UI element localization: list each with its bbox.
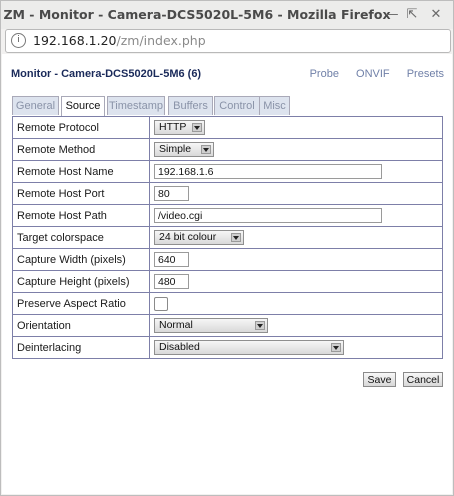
remote-host-name-label: Remote Host Name: [12, 160, 150, 183]
orientation-cell: Normal: [149, 314, 443, 337]
browser-window: ZM - Monitor - Camera-DCS5020L-5M6 - Moz…: [0, 0, 454, 496]
deinterlacing-label: Deinterlacing: [12, 336, 150, 359]
remote-host-path-cell: /video.cgi: [149, 204, 443, 227]
page-title: Monitor - Camera-DCS5020L-5M6 (6): [11, 68, 202, 80]
remote-protocol-value: HTTP: [159, 121, 187, 133]
tab-control[interactable]: Control: [214, 96, 260, 115]
remote-method-value: Simple: [159, 143, 192, 155]
capture-width-label: Capture Width (pixels): [12, 248, 150, 271]
tab-misc[interactable]: Misc: [259, 96, 290, 115]
table-row: Preserve Aspect Ratio: [12, 292, 443, 315]
maximize-icon[interactable]: ⇱: [401, 5, 423, 25]
table-row: Remote Host Port 80: [12, 182, 443, 205]
table-row: Orientation Normal: [12, 314, 443, 337]
target-colorspace-label: Target colorspace: [12, 226, 150, 249]
table-row: Remote Protocol HTTP: [12, 116, 443, 139]
remote-host-path-input[interactable]: /video.cgi: [154, 208, 382, 223]
tab-source[interactable]: Source: [61, 96, 105, 116]
deinterlacing-value: Disabled: [159, 341, 200, 353]
table-row: Remote Host Path /video.cgi: [12, 204, 443, 227]
orientation-label: Orientation: [12, 314, 150, 337]
target-colorspace-value: 24 bit colour: [159, 231, 217, 243]
orientation-select[interactable]: Normal: [154, 318, 268, 333]
info-icon[interactable]: i: [11, 33, 26, 48]
probe-link[interactable]: Probe: [310, 68, 339, 80]
target-colorspace-select[interactable]: 24 bit colour: [154, 230, 244, 245]
chevron-down-icon: [201, 145, 211, 154]
onvif-link[interactable]: ONVIF: [356, 68, 390, 80]
remote-protocol-select[interactable]: HTTP: [154, 120, 205, 135]
chevron-down-icon: [331, 343, 341, 352]
url-text[interactable]: 192.168.1.20/zm/index.php: [33, 33, 206, 48]
header-links: Probe ONVIF Presets: [296, 68, 444, 80]
table-row: Capture Width (pixels) 640: [12, 248, 443, 271]
tab-buffers[interactable]: Buffers: [168, 96, 213, 115]
remote-method-cell: Simple: [149, 138, 443, 161]
capture-width-cell: 640: [149, 248, 443, 271]
tab-general[interactable]: General: [12, 96, 59, 115]
capture-height-cell: 480: [149, 270, 443, 293]
deinterlacing-select[interactable]: Disabled: [154, 340, 344, 355]
orientation-value: Normal: [159, 319, 193, 331]
table-row: Remote Method Simple: [12, 138, 443, 161]
capture-width-input[interactable]: 640: [154, 252, 189, 267]
remote-host-path-label: Remote Host Path: [12, 204, 150, 227]
page-content: Monitor - Camera-DCS5020L-5M6 (6) Probe …: [2, 54, 452, 494]
remote-protocol-label: Remote Protocol: [12, 116, 150, 139]
save-button[interactable]: Save: [363, 372, 396, 387]
presets-link[interactable]: Presets: [407, 68, 444, 80]
table-row: Remote Host Name 192.168.1.6: [12, 160, 443, 183]
url-host: 192.168.1.20: [33, 33, 117, 48]
remote-method-label: Remote Method: [12, 138, 150, 161]
remote-protocol-cell: HTTP: [149, 116, 443, 139]
table-row: Deinterlacing Disabled: [12, 336, 443, 359]
minimize-icon[interactable]: —: [381, 5, 403, 25]
preserve-aspect-cell: [149, 292, 443, 315]
remote-host-port-cell: 80: [149, 182, 443, 205]
capture-height-label: Capture Height (pixels): [12, 270, 150, 293]
remote-host-name-cell: 192.168.1.6: [149, 160, 443, 183]
remote-host-port-label: Remote Host Port: [12, 182, 150, 205]
chevron-down-icon: [255, 321, 265, 330]
tab-timestamp[interactable]: Timestamp: [107, 96, 165, 115]
deinterlacing-cell: Disabled: [149, 336, 443, 359]
remote-host-port-input[interactable]: 80: [154, 186, 189, 201]
target-colorspace-cell: 24 bit colour: [149, 226, 443, 249]
url-bar[interactable]: i 192.168.1.20/zm/index.php: [5, 29, 451, 53]
chevron-down-icon: [192, 123, 202, 132]
cancel-button[interactable]: Cancel: [403, 372, 443, 387]
capture-height-input[interactable]: 480: [154, 274, 189, 289]
remote-host-name-input[interactable]: 192.168.1.6: [154, 164, 382, 179]
table-row: Capture Height (pixels) 480: [12, 270, 443, 293]
window-title: ZM - Monitor - Camera-DCS5020L-5M6 - Moz…: [3, 7, 391, 22]
close-icon[interactable]: ✕: [425, 5, 447, 25]
chevron-down-icon: [231, 233, 241, 242]
table-row: Target colorspace 24 bit colour: [12, 226, 443, 249]
source-settings-table: Remote Protocol HTTP Remote Method Simpl…: [12, 116, 443, 359]
preserve-aspect-checkbox[interactable]: [154, 296, 168, 311]
title-bar: ZM - Monitor - Camera-DCS5020L-5M6 - Moz…: [1, 1, 453, 29]
preserve-aspect-label: Preserve Aspect Ratio: [12, 292, 150, 315]
remote-method-select[interactable]: Simple: [154, 142, 214, 157]
url-path: /zm/index.php: [116, 33, 206, 48]
